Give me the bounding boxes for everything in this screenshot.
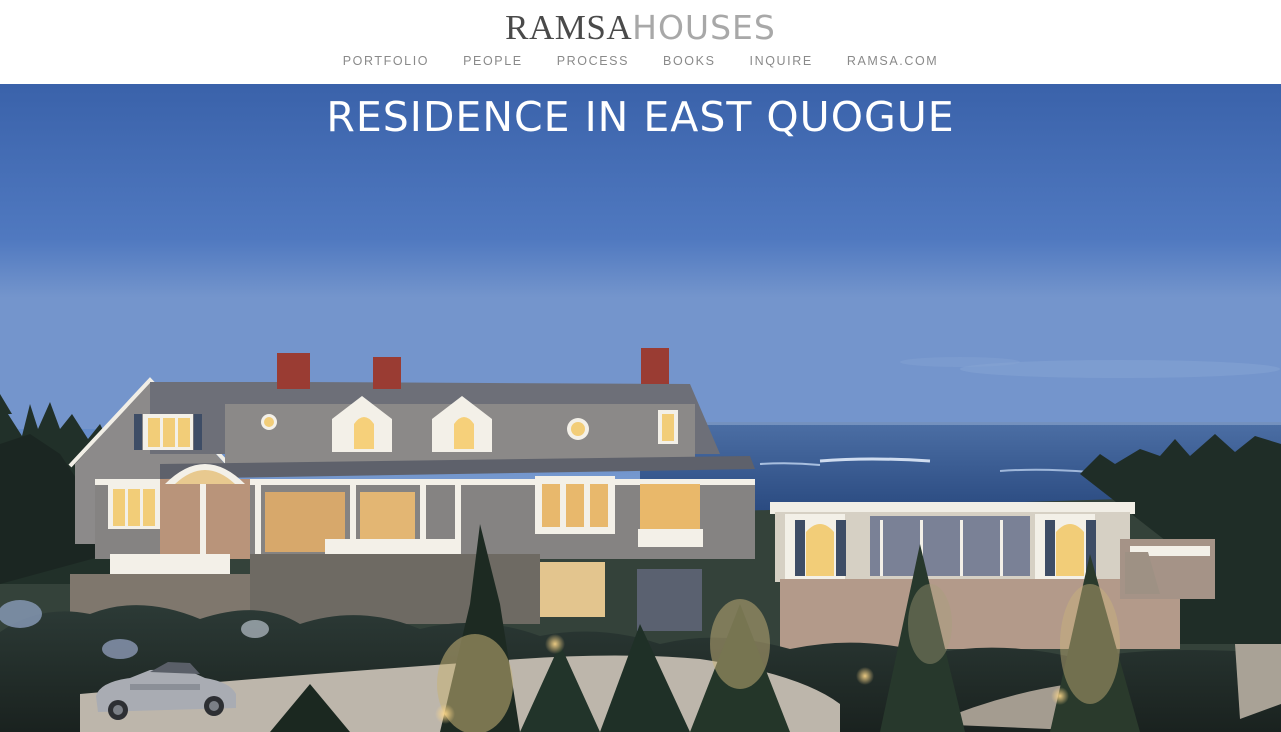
hero-photo (0, 84, 1281, 732)
hero-section: RESIDENCE IN EAST QUOGUE (0, 84, 1281, 732)
light-glow (1060, 584, 1120, 704)
light-glow (908, 584, 952, 664)
main-house (68, 348, 755, 631)
site-logo[interactable]: RAMSAHOUSES (0, 9, 1281, 47)
light-glow (1051, 687, 1069, 705)
light-glow (435, 704, 455, 724)
logo-ramsa: RAMSA (505, 8, 633, 47)
nav-portfolio[interactable]: PORTFOLIO (343, 53, 429, 69)
hydrangea (241, 620, 269, 638)
nav-ramsa-com[interactable]: RAMSA.COM (847, 53, 939, 69)
hydrangea (102, 639, 138, 659)
logo-houses: HOUSES (632, 8, 776, 47)
light-glow (710, 599, 770, 689)
nav-books[interactable]: BOOKS (663, 53, 715, 69)
nav-inquire[interactable]: INQUIRE (750, 53, 813, 69)
logo-link[interactable]: RAMSAHOUSES (505, 8, 776, 47)
cloud (900, 357, 1020, 367)
light-glow (856, 667, 874, 685)
hydrangea (0, 600, 42, 628)
nav-people[interactable]: PEOPLE (463, 53, 523, 69)
hero-title: RESIDENCE IN EAST QUOGUE (326, 93, 955, 141)
light-glow (545, 634, 565, 654)
site-header: RAMSAHOUSES PORTFOLIO PEOPLE PROCESS BOO… (0, 0, 1281, 84)
nav-process[interactable]: PROCESS (557, 53, 629, 69)
main-nav: PORTFOLIO PEOPLE PROCESS BOOKS INQUIRE R… (0, 53, 1281, 69)
horizon (640, 422, 1281, 425)
